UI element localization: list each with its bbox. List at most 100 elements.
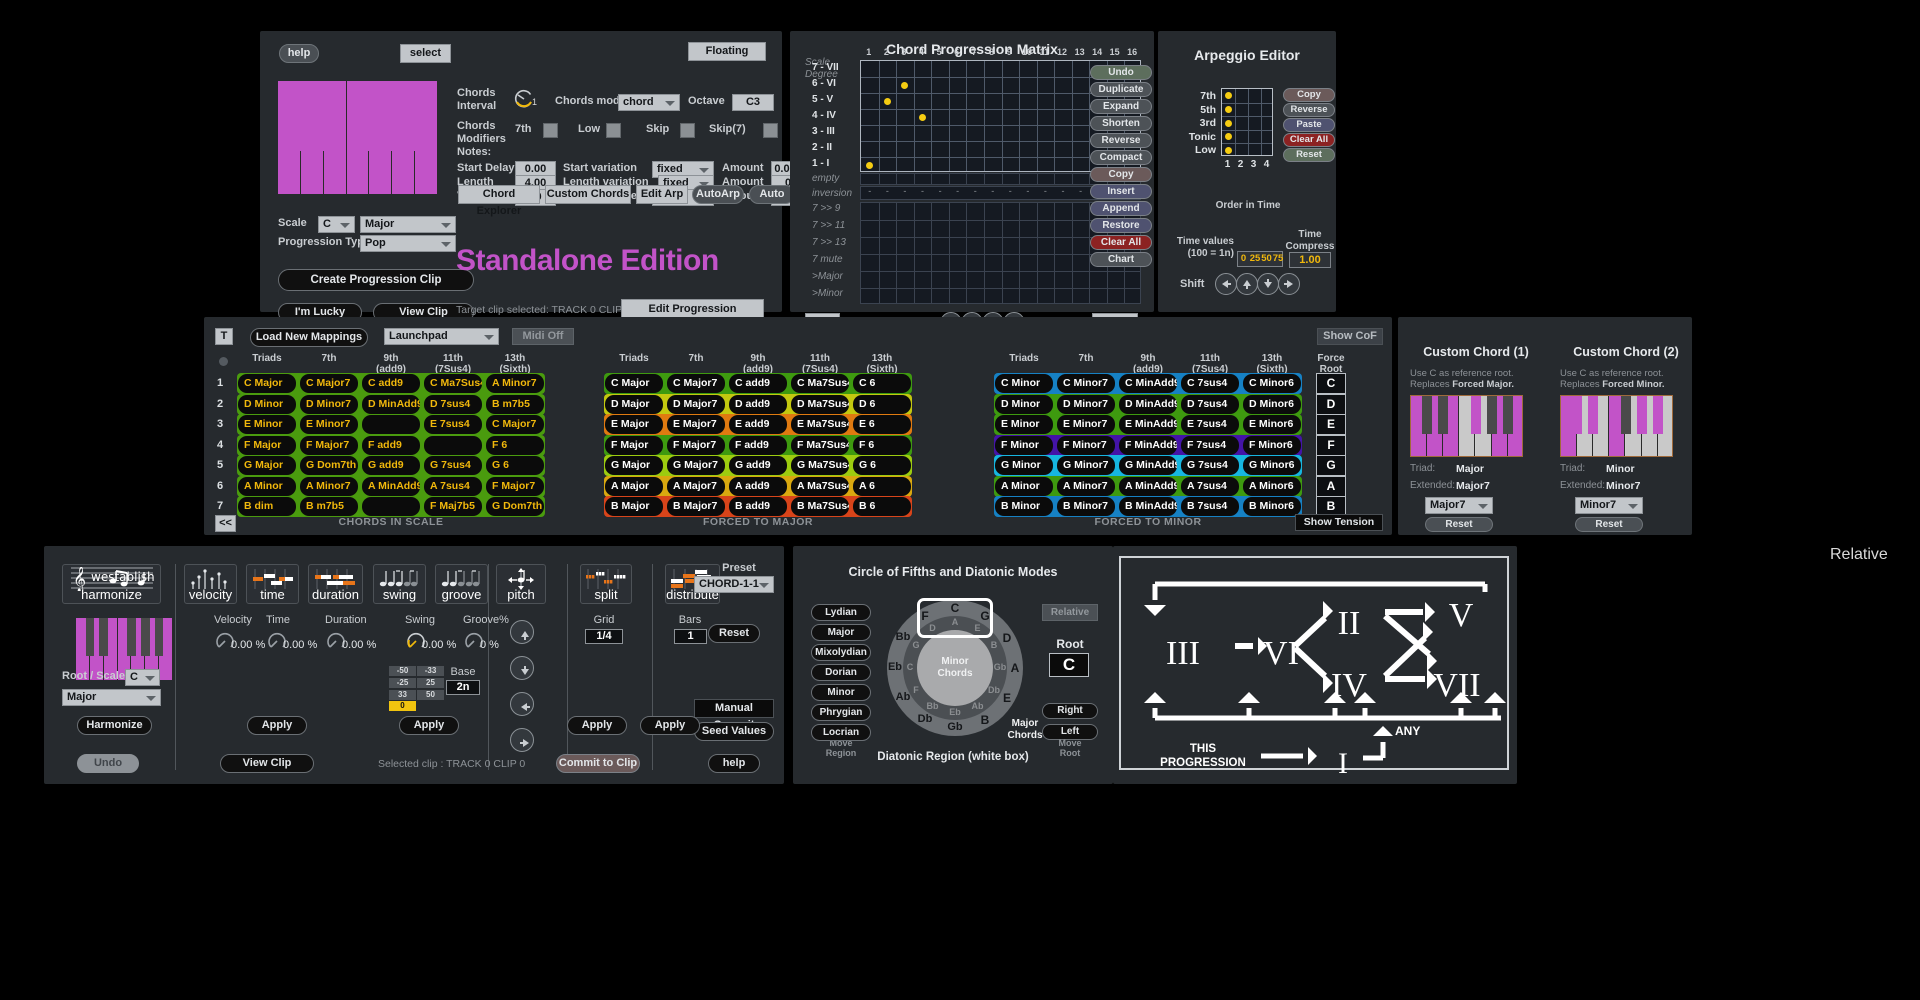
transpose-button[interactable]: T bbox=[215, 328, 233, 345]
chord-cell[interactable]: F Major7 bbox=[667, 435, 725, 455]
arpeggio-shift-down-button[interactable] bbox=[1257, 273, 1279, 295]
action-button-auto[interactable]: Auto bbox=[749, 185, 795, 204]
arpeggio-button-reset[interactable]: Reset bbox=[1283, 148, 1335, 162]
chord-cell[interactable]: A MinAdd9 bbox=[1119, 476, 1177, 496]
tool-card-groove[interactable]: groove bbox=[435, 564, 488, 604]
chord-cell[interactable]: F Major bbox=[605, 435, 663, 455]
chord-cell[interactable]: E Minor bbox=[238, 415, 296, 434]
chord-cell[interactable]: G Ma7Sus4 bbox=[791, 456, 849, 475]
scale-root-select[interactable]: C bbox=[318, 216, 355, 233]
piano-black-key[interactable] bbox=[1438, 396, 1449, 434]
chord-cell[interactable]: E MinAdd9 bbox=[1119, 415, 1177, 434]
chord-cell[interactable]: F 7sus4 bbox=[1181, 435, 1239, 455]
select-button[interactable]: select bbox=[400, 44, 451, 63]
bars-value[interactable]: 1 bbox=[674, 629, 707, 644]
modifier-checkbox-low[interactable] bbox=[605, 123, 621, 138]
cof-root-value[interactable]: C bbox=[1049, 653, 1089, 677]
chord-cell[interactable]: C Major7 bbox=[300, 374, 358, 393]
swing-preset--33[interactable]: -33 bbox=[417, 666, 444, 676]
cof-mode-lydian[interactable]: Lydian bbox=[811, 604, 871, 621]
matrix-point[interactable] bbox=[883, 97, 891, 105]
chord-cell[interactable]: E Minor7 bbox=[1057, 415, 1115, 434]
chord-cell[interactable]: G Dom7th bbox=[486, 497, 544, 516]
seed-values-button[interactable]: Seed Values bbox=[694, 722, 774, 741]
chord-cell[interactable]: F MinAdd9 bbox=[1119, 435, 1177, 455]
arpeggio-shift-left-button[interactable] bbox=[1215, 273, 1237, 295]
chord-cell[interactable]: G Minor bbox=[995, 456, 1053, 475]
chord-cell[interactable]: C MinAdd9 bbox=[1119, 374, 1177, 393]
piano-black-key[interactable] bbox=[1636, 396, 1647, 434]
chord-cell[interactable]: A Major bbox=[605, 476, 663, 496]
chord-cell[interactable]: E 7sus4 bbox=[1181, 415, 1239, 434]
swing-preset--50[interactable]: -50 bbox=[389, 666, 416, 676]
piano-black-key[interactable] bbox=[154, 618, 164, 656]
chord-cell[interactable]: B m7b5 bbox=[486, 394, 544, 414]
chord-cell[interactable]: D Major bbox=[605, 394, 663, 414]
chord-cell[interactable]: D Minor7 bbox=[300, 394, 358, 414]
chord-cell[interactable]: E 6 bbox=[853, 415, 911, 434]
chord-cell[interactable]: F Major bbox=[238, 435, 296, 455]
cof-diatonic-region-box[interactable] bbox=[917, 598, 993, 638]
cof-outer-note[interactable]: Gb bbox=[941, 721, 969, 733]
chord-cell[interactable]: D 6 bbox=[853, 394, 911, 414]
chord-cell[interactable]: F Major7 bbox=[300, 435, 358, 455]
harmonize-root-select[interactable]: C bbox=[125, 669, 160, 686]
chord-cell[interactable]: F Ma7Sus4 bbox=[791, 435, 849, 455]
chord-cell[interactable]: F Minor7 bbox=[1057, 435, 1115, 455]
custom-chord-piano[interactable] bbox=[1560, 395, 1673, 457]
chord-cell[interactable]: E Ma7Sus4 bbox=[791, 415, 849, 434]
chord-cell[interactable]: B Major7 bbox=[667, 497, 725, 516]
arpeggio-shift-up-button[interactable] bbox=[1236, 273, 1258, 295]
cof-mode-locrian[interactable]: Locrian bbox=[811, 724, 871, 741]
arpeggio-time-value[interactable]: 25 bbox=[1250, 252, 1261, 266]
matrix-point[interactable] bbox=[866, 161, 874, 169]
piano-black-key[interactable] bbox=[1470, 396, 1481, 434]
chord-cell[interactable]: C add9 bbox=[362, 374, 420, 393]
piano-black-key[interactable] bbox=[1422, 396, 1433, 434]
matrix-button-clear-all[interactable]: Clear All bbox=[1090, 235, 1152, 250]
chords-interval-knob[interactable]: 1 bbox=[513, 88, 537, 108]
swing-preset-25[interactable]: 25 bbox=[417, 677, 444, 688]
chord-cell[interactable]: G Minor7 bbox=[1057, 456, 1115, 475]
cof-mode-dorian[interactable]: Dorian bbox=[811, 664, 871, 681]
matrix-button-restore[interactable]: Restore bbox=[1090, 218, 1152, 233]
chord-cell[interactable]: A 6 bbox=[853, 476, 911, 496]
piano-black-key[interactable] bbox=[1502, 396, 1513, 434]
chord-cell[interactable]: F add9 bbox=[729, 435, 787, 455]
chord-cell[interactable]: A Minor7 bbox=[300, 476, 358, 496]
scale-type-select[interactable]: Major bbox=[360, 216, 456, 233]
apply-button[interactable]: Apply bbox=[399, 716, 459, 735]
cof-inner-note[interactable]: Ab bbox=[967, 701, 989, 711]
chord-cell[interactable]: A Minor bbox=[995, 476, 1053, 496]
chord-cell[interactable]: G add9 bbox=[729, 456, 787, 475]
matrix-inversion-cell[interactable]: - bbox=[1072, 186, 1090, 196]
cof-inner-note[interactable]: C bbox=[899, 662, 921, 672]
chord-cell[interactable]: B Major bbox=[605, 497, 663, 516]
chord-cell[interactable]: G 6 bbox=[853, 456, 911, 475]
chord-cell[interactable]: D Ma7Sus4 bbox=[791, 394, 849, 414]
piano-black-key[interactable] bbox=[362, 81, 377, 151]
progression-type-select[interactable]: Pop bbox=[360, 235, 456, 252]
chord-cell[interactable]: E Minor6 bbox=[1243, 415, 1301, 434]
chord-cell[interactable]: C 6 bbox=[853, 374, 911, 393]
chord-cell[interactable]: G 6 bbox=[486, 456, 544, 475]
piano-black-key[interactable] bbox=[316, 81, 331, 151]
cof-relative-button[interactable]: Relative bbox=[1042, 604, 1098, 621]
arpeggio-time-value[interactable]: 75 bbox=[1273, 252, 1284, 266]
piano-black-key[interactable] bbox=[293, 81, 308, 151]
chord-cell[interactable]: A add9 bbox=[729, 476, 787, 496]
matrix-button-insert[interactable]: Insert bbox=[1090, 184, 1152, 199]
piano-black-key[interactable] bbox=[85, 618, 95, 656]
chord-cell[interactable]: B 6 bbox=[853, 497, 911, 516]
matrix-button-duplicate[interactable]: Duplicate bbox=[1090, 82, 1152, 97]
cof-outer-note[interactable]: B bbox=[971, 713, 999, 727]
chord-cell[interactable]: F Minor bbox=[995, 435, 1053, 455]
matrix-inversion-cell[interactable]: - bbox=[1054, 186, 1072, 196]
chords-mode-select[interactable]: chord bbox=[618, 94, 680, 111]
arpeggio-button-reverse[interactable]: Reverse bbox=[1283, 103, 1335, 117]
piano-black-key[interactable] bbox=[1620, 396, 1631, 434]
matrix-button-compact[interactable]: Compact bbox=[1090, 150, 1152, 165]
piano-black-key[interactable] bbox=[127, 618, 136, 656]
chord-cell[interactable]: A MinAdd9 bbox=[362, 476, 420, 496]
swing-preset--25[interactable]: -25 bbox=[389, 677, 416, 688]
